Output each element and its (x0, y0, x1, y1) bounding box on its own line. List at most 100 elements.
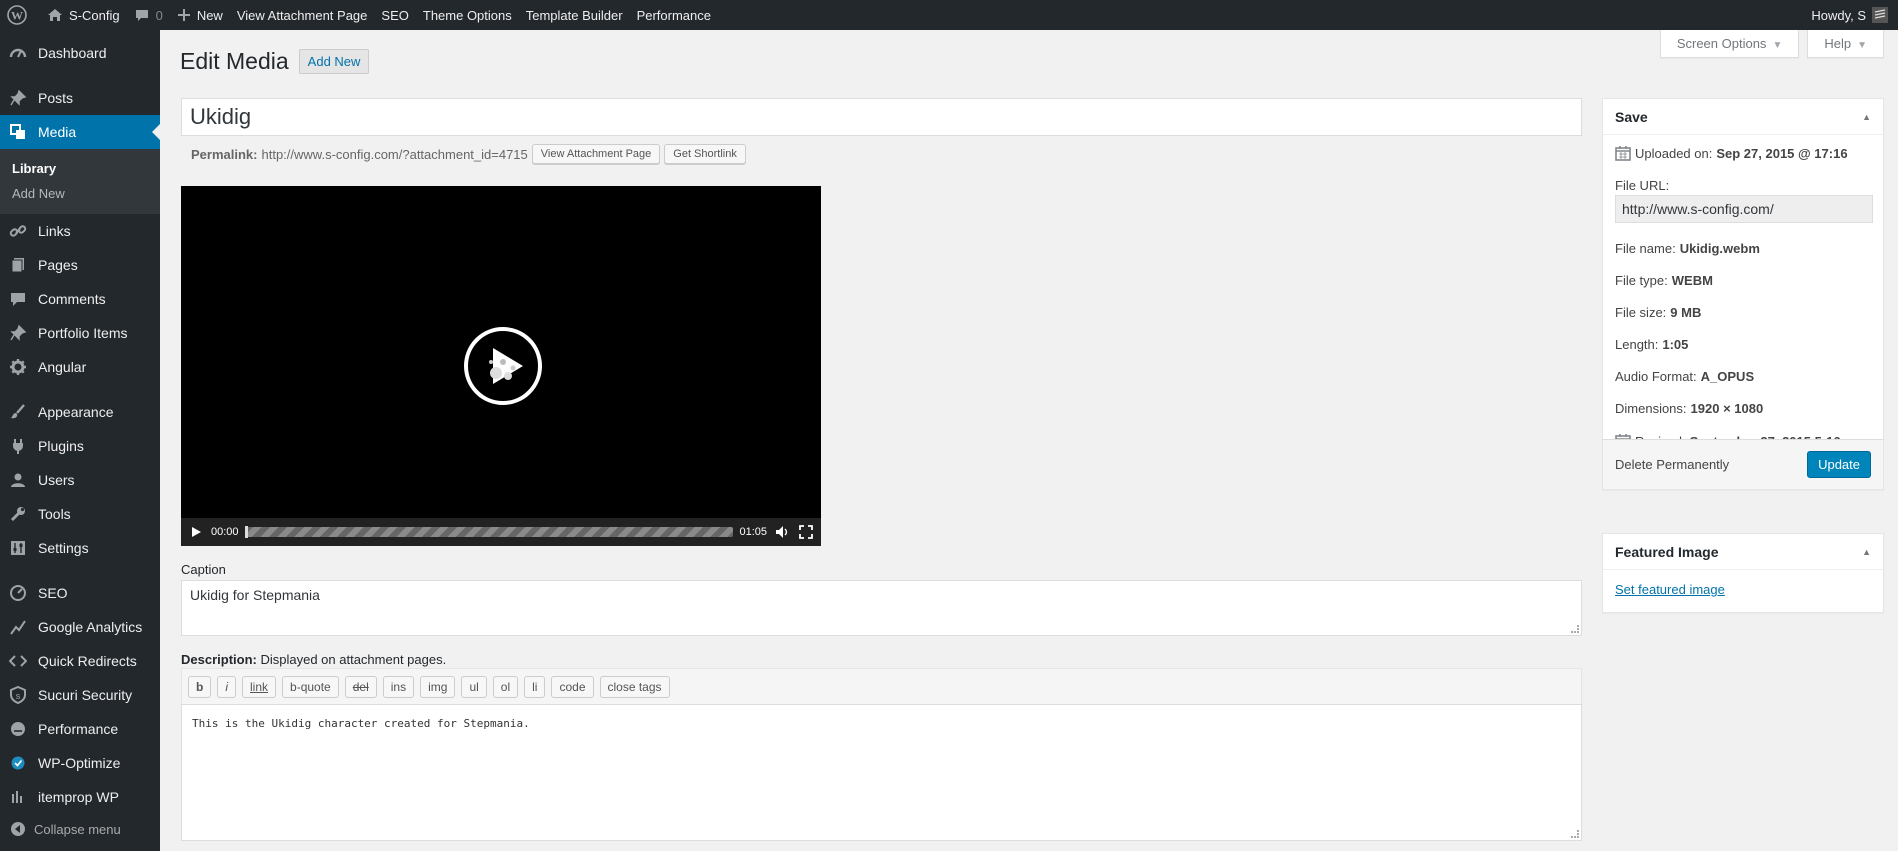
svg-text:W: W (11, 9, 23, 23)
site-name-link[interactable]: S-Config (40, 0, 127, 30)
qt-italic-button[interactable]: i (217, 675, 237, 698)
menu-plugins[interactable]: Plugins (0, 429, 160, 463)
menu-appearance[interactable]: Appearance (0, 395, 160, 429)
checkmark-circle-icon (8, 753, 28, 773)
caption-value: Ukidig for Stepmania (190, 587, 320, 603)
toggle-arrow-icon[interactable]: ▲ (1862, 112, 1871, 122)
caption-textarea[interactable]: Ukidig for Stepmania (181, 580, 1582, 636)
update-button[interactable]: Update (1807, 451, 1871, 478)
menu-performance[interactable]: Performance (0, 712, 160, 746)
adminbar-theme-options[interactable]: Theme Options (416, 0, 519, 30)
wordpress-logo-icon[interactable]: W (0, 0, 40, 30)
menu-performance-label: Performance (38, 721, 119, 737)
file-name-row: File name: Ukidig.webm (1615, 241, 1871, 256)
menu-itemprop-label: itemprop WP (38, 789, 119, 805)
video-controls: 00:00 01:05 (181, 518, 821, 546)
save-metabox-header[interactable]: Save ▲ (1603, 99, 1883, 135)
uploaded-on-row: Uploaded on: Sep 27, 2015 @ 17:16 (1615, 145, 1871, 161)
menu-users[interactable]: Users (0, 463, 160, 497)
play-icon[interactable] (187, 523, 205, 541)
permalink-url[interactable]: http://www.s-config.com/?attachment_id=4… (261, 147, 527, 162)
menu-media[interactable]: Media (0, 115, 160, 149)
collapse-menu-button[interactable]: Collapse menu (0, 814, 160, 844)
screen-options-button[interactable]: Screen Options ▼ (1659, 30, 1800, 58)
file-type-row: File type: WEBM (1615, 273, 1871, 288)
comments-link[interactable]: 0 (127, 0, 170, 30)
new-content-link[interactable]: New (170, 0, 230, 30)
screen-meta-links: Screen Options ▼ Help ▼ (1659, 30, 1884, 58)
media-icon (8, 122, 28, 142)
menu-angular[interactable]: Angular (0, 350, 160, 384)
file-type-value: WEBM (1671, 273, 1713, 288)
featured-image-header[interactable]: Featured Image ▲ (1603, 534, 1883, 570)
audio-format-row: Audio Format: A_OPUS (1615, 369, 1871, 384)
avatar (1872, 7, 1888, 23)
file-url-input[interactable]: http://www.s-config.com/ (1615, 195, 1873, 223)
set-featured-image-link[interactable]: Set featured image (1615, 582, 1725, 597)
qt-del-button[interactable]: del (344, 675, 377, 698)
video-progress-handle[interactable] (244, 526, 248, 538)
qt-bold-button[interactable]: b (188, 675, 212, 698)
qt-ol-button[interactable]: ol (492, 675, 519, 698)
video-player[interactable]: 00:00 01:05 (181, 186, 821, 546)
menu-itemprop-wp[interactable]: itemprop WP (0, 780, 160, 814)
qt-link-button[interactable]: link (242, 675, 277, 698)
my-account-link[interactable]: Howdy, S (1804, 0, 1898, 30)
adminbar-seo[interactable]: SEO (374, 0, 415, 30)
menu-seo-label: SEO (38, 585, 68, 601)
menu-portfolio-items[interactable]: Portfolio Items (0, 316, 160, 350)
qt-img-button[interactable]: img (420, 675, 456, 698)
delete-permanently-link[interactable]: Delete Permanently (1615, 457, 1729, 472)
view-attachment-page-button[interactable]: View Attachment Page (531, 144, 661, 164)
svg-text:s: s (16, 691, 21, 701)
resize-grip-icon[interactable] (1571, 625, 1579, 633)
shield-icon: s (8, 685, 28, 705)
volume-icon[interactable] (773, 523, 791, 541)
qt-close-tags-button[interactable]: close tags (599, 675, 670, 698)
menu-wp-optimize[interactable]: WP-Optimize (0, 746, 160, 780)
help-button[interactable]: Help ▼ (1807, 30, 1884, 58)
save-metabox-title: Save (1615, 108, 1648, 125)
qt-code-button[interactable]: code (551, 675, 594, 698)
fullscreen-icon[interactable] (797, 523, 815, 541)
qt-ins-button[interactable]: ins (382, 675, 415, 698)
play-overlay-icon[interactable] (463, 326, 543, 406)
qt-ul-button[interactable]: ul (461, 675, 487, 698)
qt-blockquote-button[interactable]: b-quote (282, 675, 339, 698)
submenu-library[interactable]: Library (0, 156, 160, 181)
menu-seo[interactable]: SEO (0, 576, 160, 610)
menu-links[interactable]: Links (0, 214, 160, 248)
adminbar-view-attachment[interactable]: View Attachment Page (230, 0, 375, 30)
title-input[interactable]: Ukidig (181, 98, 1582, 136)
paintbrush-icon (8, 402, 28, 422)
submenu-add-new[interactable]: Add New (0, 181, 160, 206)
menu-posts[interactable]: Posts (0, 81, 160, 115)
menu-pages[interactable]: Pages (0, 248, 160, 282)
menu-sucuri-security[interactable]: s Sucuri Security (0, 678, 160, 712)
toggle-arrow-icon[interactable]: ▲ (1862, 547, 1871, 557)
menu-settings-label: Settings (38, 540, 89, 556)
add-new-button[interactable]: Add New (298, 49, 370, 74)
pages-icon (8, 255, 28, 275)
qt-li-button[interactable]: li (524, 675, 546, 698)
video-progress-track[interactable] (244, 526, 734, 538)
comment-bubble-icon (135, 10, 148, 21)
adminbar-performance[interactable]: Performance (630, 0, 718, 30)
menu-pages-label: Pages (38, 257, 78, 273)
get-shortlink-button[interactable]: Get Shortlink (664, 144, 746, 164)
adminbar-template-builder[interactable]: Template Builder (519, 0, 630, 30)
caret-down-icon: ▼ (1857, 40, 1867, 51)
description-hint: Displayed on attachment pages. (260, 652, 447, 667)
description-textarea[interactable]: This is the Ukidig character created for… (181, 704, 1582, 841)
permalink-label: Permalink: (191, 146, 258, 162)
resize-grip-icon[interactable] (1571, 830, 1579, 838)
menu-dashboard[interactable]: Dashboard (0, 36, 160, 70)
menu-tools[interactable]: Tools (0, 497, 160, 531)
admin-sidebar: Dashboard Posts Media Library Add New Li… (0, 30, 160, 851)
menu-quick-redirects[interactable]: Quick Redirects (0, 644, 160, 678)
menu-google-analytics[interactable]: Google Analytics (0, 610, 160, 644)
menu-posts-label: Posts (38, 90, 74, 106)
menu-comments[interactable]: Comments (0, 282, 160, 316)
quicktags-toolbar: b i link b-quote del ins img ul ol li co… (181, 668, 1582, 704)
menu-settings[interactable]: Settings (0, 531, 160, 565)
